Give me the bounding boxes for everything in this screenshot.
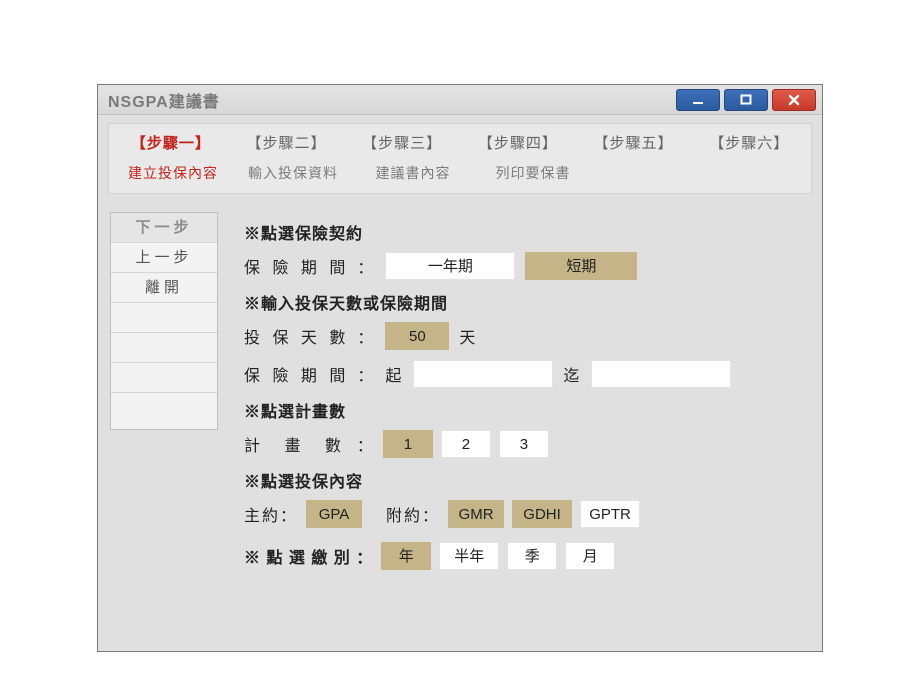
- step-3[interactable]: 【步驟三】: [344, 132, 460, 153]
- body-area: 下一步 上一步 離開 ※點選保險契約 保 險 期 間 ： 一年期 短期 ※輸入投…: [98, 194, 822, 660]
- rider-option-gdhi[interactable]: GDHI: [512, 500, 572, 528]
- minimize-button[interactable]: [676, 89, 720, 111]
- wizard-nav: 下一步 上一步 離開: [110, 212, 218, 430]
- nav-blank-4: [111, 393, 217, 423]
- next-button[interactable]: 下一步: [111, 213, 217, 243]
- mode-option-quarter[interactable]: 季: [507, 542, 557, 570]
- row-plans: 計 畫 數 ： 1 2 3: [244, 430, 810, 458]
- colon: ：: [357, 254, 373, 278]
- section-plans: ※點選計畫數: [244, 398, 810, 422]
- label-period: 保 險 期 間: [244, 254, 349, 278]
- close-button[interactable]: [772, 89, 816, 111]
- colon: ：: [357, 324, 373, 348]
- section-days: ※輸入投保天數或保險期間: [244, 290, 810, 314]
- option-short-term[interactable]: 短期: [525, 252, 637, 280]
- input-to-date[interactable]: [591, 360, 731, 388]
- subtabs-row: 建立投保內容 輸入投保資料 建議書內容 列印要保書: [113, 163, 807, 183]
- titlebar: NSGPA建議書: [98, 85, 822, 115]
- step-1[interactable]: 【步驟一】: [113, 132, 229, 153]
- option-one-year[interactable]: 一年期: [385, 252, 515, 280]
- section-content: ※點選投保內容: [244, 468, 810, 492]
- nav-blank-2: [111, 333, 217, 363]
- close-icon: [787, 93, 801, 107]
- step-4[interactable]: 【步驟四】: [460, 132, 576, 153]
- step-2[interactable]: 【步驟二】: [229, 132, 345, 153]
- window-title: NSGPA建議書: [108, 88, 676, 112]
- form: ※點選保險契約 保 險 期 間 ： 一年期 短期 ※輸入投保天數或保險期間 投 …: [244, 212, 810, 648]
- steps-row: 【步驟一】 【步驟二】 【步驟三】 【步驟四】 【步驟五】 【步驟六】: [113, 132, 807, 153]
- row-contracts: 主約： GPA 附約： GMR GDHI GPTR: [244, 500, 810, 528]
- app-window: NSGPA建議書 【步驟一】 【步驟二】 【步驟三】 【步驟四】 【步驟五】 【…: [97, 84, 823, 652]
- prev-button[interactable]: 上一步: [111, 243, 217, 273]
- exit-button[interactable]: 離開: [111, 273, 217, 303]
- mode-option-halfyear[interactable]: 半年: [439, 542, 499, 570]
- plan-option-3[interactable]: 3: [499, 430, 549, 458]
- row-payment-mode: ※ 點 選 繳 別 ： 年 半年 季 月: [244, 542, 810, 570]
- label-rider: 附約：: [386, 502, 440, 526]
- step-6[interactable]: 【步驟六】: [691, 132, 807, 153]
- input-from-date[interactable]: [413, 360, 553, 388]
- subtab-create-content[interactable]: 建立投保內容: [113, 163, 233, 183]
- plan-option-1[interactable]: 1: [383, 430, 433, 458]
- main-option-gpa[interactable]: GPA: [306, 500, 362, 528]
- steps-bar: 【步驟一】 【步驟二】 【步驟三】 【步驟四】 【步驟五】 【步驟六】 建立投保…: [108, 123, 812, 194]
- window-controls: [676, 89, 816, 111]
- maximize-button[interactable]: [724, 89, 768, 111]
- label-days: 投 保 天 數: [244, 324, 349, 348]
- subtab-input-info[interactable]: 輸入投保資料: [233, 163, 353, 183]
- input-days[interactable]: 50: [385, 322, 449, 350]
- mode-option-month[interactable]: 月: [565, 542, 615, 570]
- row-days: 投 保 天 數 ： 50 天: [244, 322, 810, 350]
- row-period: 保 險 期 間 ： 一年期 短期: [244, 252, 810, 280]
- label-range: 保 險 期 間: [244, 362, 349, 386]
- subtab-proposal-content[interactable]: 建議書內容: [353, 163, 473, 183]
- section-contract: ※點選保險契約: [244, 220, 810, 244]
- row-range: 保 險 期 間 ： 起 迄: [244, 360, 810, 388]
- label-main: 主約：: [244, 502, 298, 526]
- label-from: 起: [385, 362, 403, 386]
- unit-days: 天: [459, 324, 477, 348]
- section-mode: ※ 點 選 繳 別 ：: [244, 544, 373, 568]
- step-5[interactable]: 【步驟五】: [576, 132, 692, 153]
- colon: ：: [357, 432, 373, 456]
- colon: ：: [357, 362, 373, 386]
- minimize-icon: [691, 93, 705, 107]
- mode-option-year[interactable]: 年: [381, 542, 431, 570]
- rider-option-gmr[interactable]: GMR: [448, 500, 504, 528]
- label-to: 迄: [563, 362, 581, 386]
- subtab-print-application[interactable]: 列印要保書: [473, 163, 593, 183]
- label-plans: 計 畫 數: [244, 432, 351, 456]
- plan-option-2[interactable]: 2: [441, 430, 491, 458]
- nav-blank-1: [111, 303, 217, 333]
- nav-blank-3: [111, 363, 217, 393]
- maximize-icon: [739, 93, 753, 107]
- rider-option-gptr[interactable]: GPTR: [580, 500, 640, 528]
